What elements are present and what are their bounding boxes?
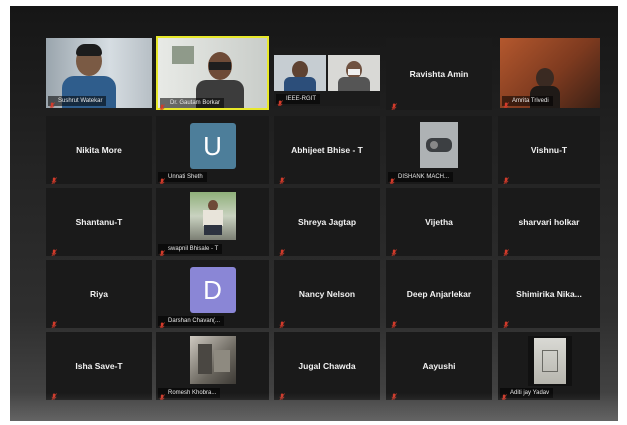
participant-tile[interactable]: IEEE-RGIT xyxy=(274,48,380,106)
participant-name: Darshan Chavan(... xyxy=(158,316,225,326)
participant-name: Dr. Gautam Borkar xyxy=(160,98,225,108)
muted-mic-icon xyxy=(279,316,285,328)
participant-tile[interactable]: Shimirika Nika... xyxy=(498,260,600,328)
participant-display-name: Vijetha xyxy=(425,217,453,227)
participant-tile[interactable]: Vijetha xyxy=(386,188,492,256)
muted-mic-icon xyxy=(503,172,509,184)
participant-display-name: Abhijeet Bhise - T xyxy=(291,145,363,155)
participant-name: Aditi jay Yadav xyxy=(500,388,554,398)
participant-display-name: Ravishta Amin xyxy=(409,69,469,79)
participant-tile[interactable]: Deep Anjarlekar xyxy=(386,260,492,328)
participant-tile[interactable]: Abhijeet Bhise - T xyxy=(274,116,380,184)
muted-mic-icon xyxy=(501,389,507,400)
participant-tile[interactable]: Amrita Trivedi xyxy=(500,38,600,108)
participant-display-name: sharvari holkar xyxy=(518,217,580,227)
participant-name: Sushrut Watekar xyxy=(48,96,107,106)
participant-tile[interactable]: Shantanu-T xyxy=(46,188,152,256)
participant-tile[interactable]: Isha Save-T xyxy=(46,332,152,400)
participant-tile[interactable]: Dr. Gautam Borkar xyxy=(156,36,269,110)
muted-mic-icon xyxy=(51,316,57,328)
muted-mic-icon xyxy=(159,99,165,110)
profile-picture xyxy=(528,336,572,386)
participant-tile[interactable]: DISHANK MACH... xyxy=(386,116,492,184)
muted-mic-icon xyxy=(503,244,509,256)
participant-display-name: Riya xyxy=(90,289,108,299)
participant-tile[interactable]: sharvari holkar xyxy=(498,188,600,256)
muted-mic-icon xyxy=(277,95,283,106)
participant-tile[interactable]: Sushrut Watekar xyxy=(46,38,152,108)
participant-display-name: Vishnu-T xyxy=(530,145,568,155)
participant-display-name: Shreya Jagtap xyxy=(297,217,357,227)
muted-mic-icon xyxy=(279,244,285,256)
participant-name: DISHANK MACH... xyxy=(388,172,454,182)
participant-name: Unnati Sheth xyxy=(158,172,207,182)
participant-tile[interactable]: Aditi jay Yadav xyxy=(498,332,600,400)
participant-tile[interactable]: Romesh Khobra... xyxy=(156,332,269,400)
muted-mic-icon xyxy=(51,244,57,256)
participant-tile[interactable]: Nikita More xyxy=(46,116,152,184)
participant-display-name: Nikita More xyxy=(76,145,122,155)
participant-name: swapnil Bhisale - T xyxy=(158,244,223,254)
participant-tile[interactable]: swapnil Bhisale - T xyxy=(156,188,269,256)
participant-tile[interactable]: Ravishta Amin xyxy=(386,38,492,110)
participant-display-name: Shimirika Nika... xyxy=(516,289,582,299)
participant-video xyxy=(328,55,380,91)
participant-tile[interactable]: D Darshan Chavan(... xyxy=(156,260,269,328)
muted-mic-icon xyxy=(279,388,285,400)
muted-mic-icon xyxy=(389,173,395,184)
participant-video xyxy=(274,55,326,91)
participant-display-name: Isha Save-T xyxy=(75,361,123,371)
muted-mic-icon xyxy=(159,173,165,184)
participant-tile[interactable]: Aayushi xyxy=(386,332,492,400)
muted-mic-icon xyxy=(51,388,57,400)
muted-mic-icon xyxy=(279,172,285,184)
participant-name: Amrita Trivedi xyxy=(502,96,553,106)
muted-mic-icon xyxy=(391,98,397,110)
participant-display-name: Deep Anjarlekar xyxy=(406,289,472,299)
muted-mic-icon xyxy=(391,244,397,256)
participant-display-name: Jugal Chawda xyxy=(298,361,356,371)
muted-mic-icon xyxy=(159,317,165,328)
participant-tile[interactable]: Nancy Nelson xyxy=(274,260,380,328)
avatar: D xyxy=(189,266,236,313)
muted-mic-icon xyxy=(51,172,57,184)
profile-picture xyxy=(190,192,236,240)
participant-tile[interactable]: Vishnu-T xyxy=(498,116,600,184)
video-gallery: Sushrut Watekar Dr. Gautam Borkar IEEE-R… xyxy=(10,6,618,421)
participant-display-name: Nancy Nelson xyxy=(298,289,356,299)
muted-mic-icon xyxy=(503,316,509,328)
participant-display-name: Shantanu-T xyxy=(75,217,123,227)
participant-tile[interactable]: Jugal Chawda xyxy=(274,332,380,400)
muted-mic-icon xyxy=(159,245,165,256)
participant-tile[interactable]: U Unnati Sheth xyxy=(156,116,269,184)
profile-picture xyxy=(190,336,236,384)
avatar: U xyxy=(189,122,236,169)
participant-display-name: Aayushi xyxy=(422,361,456,371)
muted-mic-icon xyxy=(391,388,397,400)
participant-name: Romesh Khobra... xyxy=(158,388,221,398)
participant-tile[interactable]: Shreya Jagtap xyxy=(274,188,380,256)
muted-mic-icon xyxy=(49,97,55,108)
profile-picture xyxy=(420,122,458,168)
muted-mic-icon xyxy=(503,97,509,108)
muted-mic-icon xyxy=(391,316,397,328)
muted-mic-icon xyxy=(159,389,165,400)
participant-tile[interactable]: Riya xyxy=(46,260,152,328)
